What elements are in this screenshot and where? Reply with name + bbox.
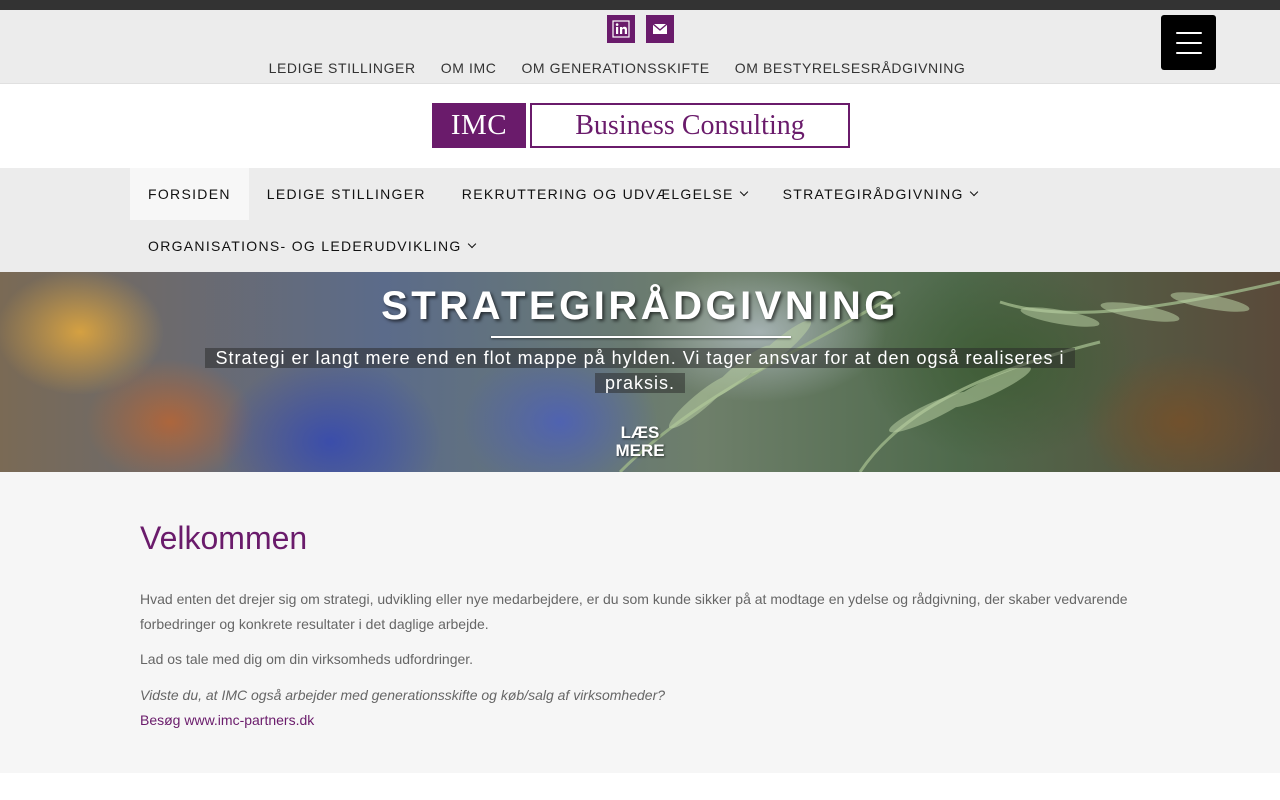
mainnav-item-forsiden[interactable]: FORSIDEN <box>130 168 249 220</box>
chevron-down-icon <box>739 187 748 196</box>
topnav-item-om-generationsskifte[interactable]: OM GENERATIONSSKIFTE <box>521 60 709 76</box>
hero-slider: STRATEGIRÅDGIVNING Strategi er langt mer… <box>0 272 1280 472</box>
logo-business-consulting: Business Consulting <box>530 103 850 148</box>
page-title: Velkommen <box>140 520 308 556</box>
site-logo[interactable]: IMC Business Consulting <box>432 103 850 148</box>
logo-area: IMC Business Consulting <box>0 84 1280 168</box>
top-strip <box>0 0 1280 10</box>
menu-bar <box>1175 41 1202 44</box>
mainnav-label: LEDIGE STILLINGER <box>266 186 426 202</box>
chevron-down-icon <box>969 187 978 196</box>
menu-button[interactable] <box>1161 15 1216 70</box>
menu-bar <box>1175 51 1202 54</box>
main-nav-row: ORGANISATIONS- OG LEDERUDVIKLING <box>130 220 493 272</box>
top-nav: LEDIGE STILLINGER OM IMC OM GENERATIONSS… <box>0 60 1257 76</box>
mainnav-label: ORGANISATIONS- OG LEDERUDVIKLING <box>148 238 462 254</box>
mainnav-label: STRATEGIRÅDGIVNING <box>782 186 964 202</box>
mainnav-item-organisation[interactable]: ORGANISATIONS- OG LEDERUDVIKLING <box>130 220 493 272</box>
intro-paragraph: Hvad enten det drejer sig om strategi, u… <box>140 591 1128 632</box>
logo-imc: IMC <box>432 103 526 148</box>
read-more-line: MERE <box>615 441 665 460</box>
did-you-know-paragraph: Vidste du, at IMC også arbejder med gene… <box>140 687 666 703</box>
contact-paragraph: Lad os tale med dig om din virksomheds u… <box>140 651 474 667</box>
hero-subtitle: Strategi er langt mere end en flot mappe… <box>205 346 1075 396</box>
main-nav-row: FORSIDEN LEDIGE STILLINGER REKRUTTERING … <box>130 168 995 220</box>
chevron-down-icon <box>467 239 476 248</box>
topnav-item-ledige-stillinger[interactable]: LEDIGE STILLINGER <box>269 60 416 76</box>
mainnav-item-ledige-stillinger[interactable]: LEDIGE STILLINGER <box>249 168 444 220</box>
welcome-section: Velkommen Hvad enten det drejer sig om s… <box>0 472 1280 773</box>
mainnav-item-rekruttering[interactable]: REKRUTTERING OG UDVÆLGELSE <box>444 168 765 220</box>
hero-title: STRATEGIRÅDGIVNING <box>381 284 899 328</box>
mainnav-label: FORSIDEN <box>148 186 231 202</box>
top-bar: LEDIGE STILLINGER OM IMC OM GENERATIONSS… <box>0 10 1280 84</box>
mainnav-item-strategiraadgivning[interactable]: STRATEGIRÅDGIVNING <box>765 168 995 220</box>
imc-partners-link[interactable]: Besøg www.imc-partners.dk <box>140 708 314 733</box>
mainnav-label: REKRUTTERING OG UDVÆLGELSE <box>461 186 734 202</box>
read-more-button[interactable]: LÆS MERE <box>600 424 680 460</box>
menu-bar <box>1175 31 1202 34</box>
main-nav: FORSIDEN LEDIGE STILLINGER REKRUTTERING … <box>0 168 1280 272</box>
linkedin-glyph <box>611 20 630 38</box>
mail-icon[interactable] <box>645 15 674 43</box>
topnav-item-om-bestyrelsesraadgivning[interactable]: OM BESTYRELSESRÅDGIVNING <box>735 60 966 76</box>
linkedin-icon[interactable] <box>606 15 635 43</box>
topnav-item-om-imc[interactable]: OM IMC <box>441 60 497 76</box>
read-more-line: LÆS <box>620 423 660 442</box>
footer <box>0 773 1280 800</box>
hero-title-underline <box>491 336 791 338</box>
hero-subtitle-text: Strategi er langt mere end en flot mappe… <box>205 348 1075 393</box>
envelope-glyph <box>652 23 667 34</box>
social-links <box>0 15 1280 43</box>
